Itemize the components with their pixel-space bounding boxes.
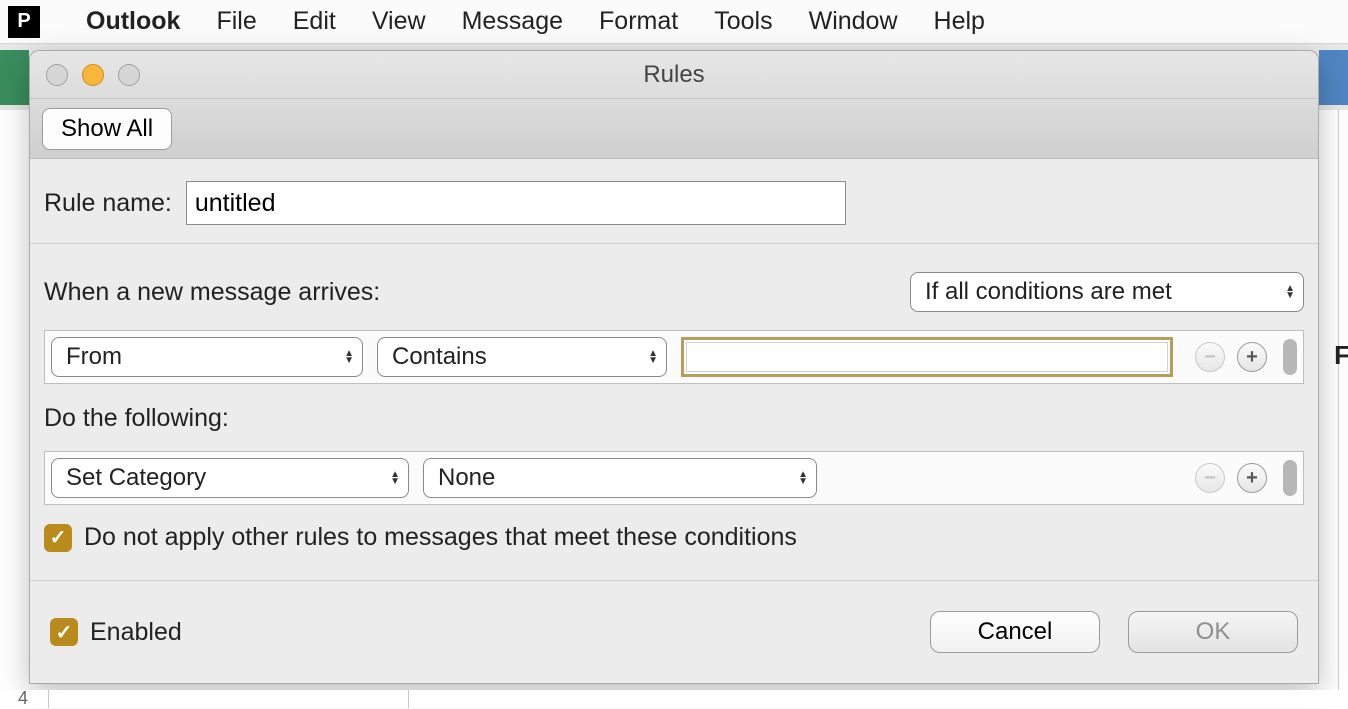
action-type-popup[interactable]: Set Category ▲▼ [51, 458, 409, 498]
dialog-title: Rules [30, 61, 1318, 89]
do-the-following-label: Do the following: [44, 404, 1304, 433]
menu-help[interactable]: Help [916, 7, 1003, 36]
remove-action-button[interactable]: − [1195, 463, 1225, 493]
macos-menubar: P Outlook File Edit View Message Format … [0, 0, 1348, 44]
stepper-icon: ▲▼ [1285, 285, 1295, 299]
dialog-toolbar: Show All [30, 99, 1318, 159]
cancel-button[interactable]: Cancel [930, 611, 1100, 653]
stop-processing-row: ✓ Do not apply other rules to messages t… [44, 523, 1304, 552]
when-message-arrives-label: When a new message arrives: [44, 278, 380, 307]
plus-icon: + [1246, 346, 1258, 369]
menu-tools[interactable]: Tools [696, 7, 790, 36]
stepper-icon: ▲▼ [344, 350, 354, 364]
stepper-icon: ▲▼ [390, 471, 400, 485]
drag-handle-icon[interactable] [1283, 460, 1297, 496]
conditions-header: When a new message arrives: If all condi… [44, 272, 1304, 312]
menu-message[interactable]: Message [444, 7, 581, 36]
stop-processing-label: Do not apply other rules to messages tha… [84, 523, 797, 552]
stop-processing-checkbox[interactable]: ✓ [44, 524, 72, 552]
condition-operator-popup[interactable]: Contains ▲▼ [377, 337, 667, 377]
menu-app[interactable]: Outlook [68, 7, 198, 36]
dialog-content: Rule name: When a new message arrives: I… [30, 159, 1318, 683]
condition-field-popup[interactable]: From ▲▼ [51, 337, 363, 377]
enabled-label: Enabled [90, 618, 182, 647]
background-row-number: 4 [18, 688, 28, 709]
condition-value-focus-ring [681, 337, 1173, 377]
check-icon: ✓ [50, 525, 67, 550]
show-all-button[interactable]: Show All [42, 108, 172, 150]
rule-name-label: Rule name: [44, 189, 172, 218]
separator [30, 243, 1318, 244]
condition-operator-value: Contains [392, 343, 487, 371]
dialog-buttons: Cancel OK [930, 611, 1298, 653]
rule-name-input[interactable] [186, 181, 846, 225]
menu-file[interactable]: File [198, 7, 274, 36]
rules-dialog: Rules Show All Rule name: When a new mes… [29, 50, 1319, 684]
background-blue-accent [1319, 50, 1348, 105]
app-switcher-icon: P [8, 6, 40, 38]
menu-view[interactable]: View [354, 7, 444, 36]
grid-line [48, 690, 49, 708]
plus-icon: + [1246, 467, 1258, 490]
add-action-button[interactable]: + [1237, 463, 1267, 493]
remove-condition-button[interactable]: − [1195, 342, 1225, 372]
condition-value-input[interactable] [686, 342, 1168, 372]
match-mode-popup[interactable]: If all conditions are met ▲▼ [910, 272, 1304, 312]
match-mode-value: If all conditions are met [925, 278, 1172, 306]
action-type-value: Set Category [66, 464, 206, 492]
rule-name-row: Rule name: [44, 181, 1304, 225]
background-grid: 4 [0, 690, 1348, 708]
condition-field-value: From [66, 343, 122, 371]
action-value: None [438, 464, 495, 492]
drag-handle-icon[interactable] [1283, 339, 1297, 375]
menu-edit[interactable]: Edit [275, 7, 354, 36]
minus-icon: − [1204, 346, 1216, 369]
enabled-checkbox[interactable]: ✓ [50, 618, 78, 646]
stepper-icon: ▲▼ [648, 350, 658, 364]
background-right-edge [1338, 110, 1348, 690]
dialog-titlebar: Rules [30, 51, 1318, 99]
action-row-controls: − + [1195, 460, 1297, 496]
minus-icon: − [1204, 467, 1216, 490]
grid-line [408, 690, 409, 708]
dialog-footer: ✓ Enabled Cancel OK [30, 580, 1318, 683]
check-icon: ✓ [56, 620, 73, 645]
condition-row: From ▲▼ Contains ▲▼ − + [44, 330, 1304, 384]
add-condition-button[interactable]: + [1237, 342, 1267, 372]
condition-row-controls: − + [1195, 339, 1297, 375]
action-value-popup[interactable]: None ▲▼ [423, 458, 817, 498]
stepper-icon: ▲▼ [798, 471, 808, 485]
background-green-accent [0, 50, 29, 105]
menu-format[interactable]: Format [581, 7, 696, 36]
ok-button[interactable]: OK [1128, 611, 1298, 653]
background-column-letter: F [1334, 340, 1348, 371]
menu-window[interactable]: Window [791, 7, 916, 36]
enabled-row: ✓ Enabled [50, 618, 182, 647]
action-row: Set Category ▲▼ None ▲▼ − + [44, 451, 1304, 505]
